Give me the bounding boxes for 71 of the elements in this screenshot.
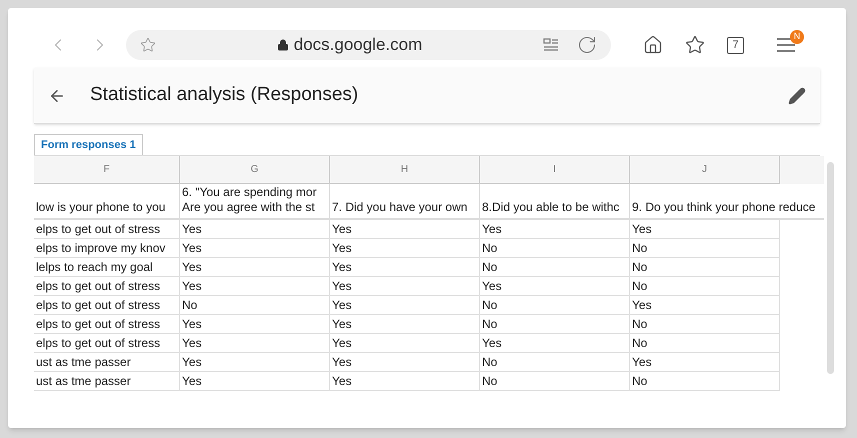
table-cell-text: 7. Did you have your own (331, 200, 468, 215)
table-cell: ust as tme passer (34, 372, 180, 391)
table-cell: Yes (630, 220, 780, 239)
lock-icon (276, 39, 289, 51)
table-cell: No (630, 239, 780, 258)
table-cell: Yes (330, 372, 480, 391)
tabs-button[interactable]: 7 (727, 36, 744, 54)
column-header[interactable]: G (180, 156, 330, 184)
table-cell: elps to get out of stress (34, 277, 180, 296)
table-cell: Yes (330, 277, 480, 296)
table-cell: No (480, 296, 630, 315)
table-cell: No (630, 277, 780, 296)
address-bar[interactable]: docs.google.com (126, 30, 611, 60)
table-cell: No (480, 353, 630, 372)
favorites-icon[interactable] (685, 35, 705, 55)
table-cell-text: 9. Do you think your phone reduce (631, 200, 816, 215)
table-cell: Yes (180, 353, 330, 372)
table-cell: No (480, 239, 630, 258)
table-cell: Yes (480, 220, 630, 239)
column-header[interactable]: J (630, 156, 780, 184)
table-cell-text: 6. "You are spending mor (181, 185, 318, 200)
table-cell: Yes (330, 334, 480, 353)
table-cell: Yes (180, 220, 330, 239)
column-header[interactable]: F (34, 156, 180, 184)
table-cell: ust as tme passer (34, 353, 180, 372)
table-cell: elps to get out of stress (34, 315, 180, 334)
table-cell: Yes (330, 315, 480, 334)
table-cell: lelps to reach my goal (34, 258, 180, 277)
table-cell: No (480, 372, 630, 391)
page-title: Statistical analysis (Responses) (90, 83, 360, 108)
table-cell-text: Are you agree with the st (181, 200, 316, 215)
table-cell: elps to get out of stress (34, 220, 180, 239)
table-cell: No (630, 258, 780, 277)
table-cell: Yes (180, 334, 330, 353)
notification-badge: N (790, 30, 804, 44)
table-cell: Yes (330, 258, 480, 277)
table-cell: No (630, 372, 780, 391)
table-cell: Yes (180, 315, 330, 334)
table-cell-text: 8.Did you able to be withc (481, 200, 620, 215)
home-icon[interactable] (643, 35, 663, 55)
table-cell: elps to get out of stress (34, 334, 180, 353)
table-cell: Yes (480, 277, 630, 296)
sheet-tab[interactable]: Form responses 1 (34, 134, 143, 155)
edit-icon[interactable] (788, 86, 806, 104)
table-cell: Yes (180, 258, 330, 277)
table-cell: Yes (330, 239, 480, 258)
scrollbar[interactable] (827, 162, 834, 374)
table-cell: Yes (630, 296, 780, 315)
table-cell: Yes (180, 372, 330, 391)
table-cell: Yes (330, 353, 480, 372)
table-cell: No (180, 296, 330, 315)
table-cell: elps to get out of stress (34, 296, 180, 315)
table-cell: No (480, 258, 630, 277)
table-cell: Yes (180, 239, 330, 258)
column-header[interactable]: H (330, 156, 480, 184)
table-cell: No (480, 315, 630, 334)
table-cell: Yes (180, 277, 330, 296)
menu-icon[interactable] (776, 37, 796, 53)
table-cell: No (630, 315, 780, 334)
table-cell: No (630, 334, 780, 353)
table-cell: Yes (630, 353, 780, 372)
column-header[interactable]: I (480, 156, 630, 184)
url-text: docs.google.com (294, 34, 422, 56)
table-cell-text: low is your phone to you (35, 200, 166, 215)
reload-icon[interactable] (577, 35, 597, 55)
table-cell: Yes (330, 296, 480, 315)
table-cell: elps to improve my knov (34, 239, 180, 258)
star-icon[interactable] (140, 37, 156, 53)
table-cell: Yes (480, 334, 630, 353)
reader-icon[interactable] (543, 38, 559, 52)
table-cell: Yes (330, 220, 480, 239)
